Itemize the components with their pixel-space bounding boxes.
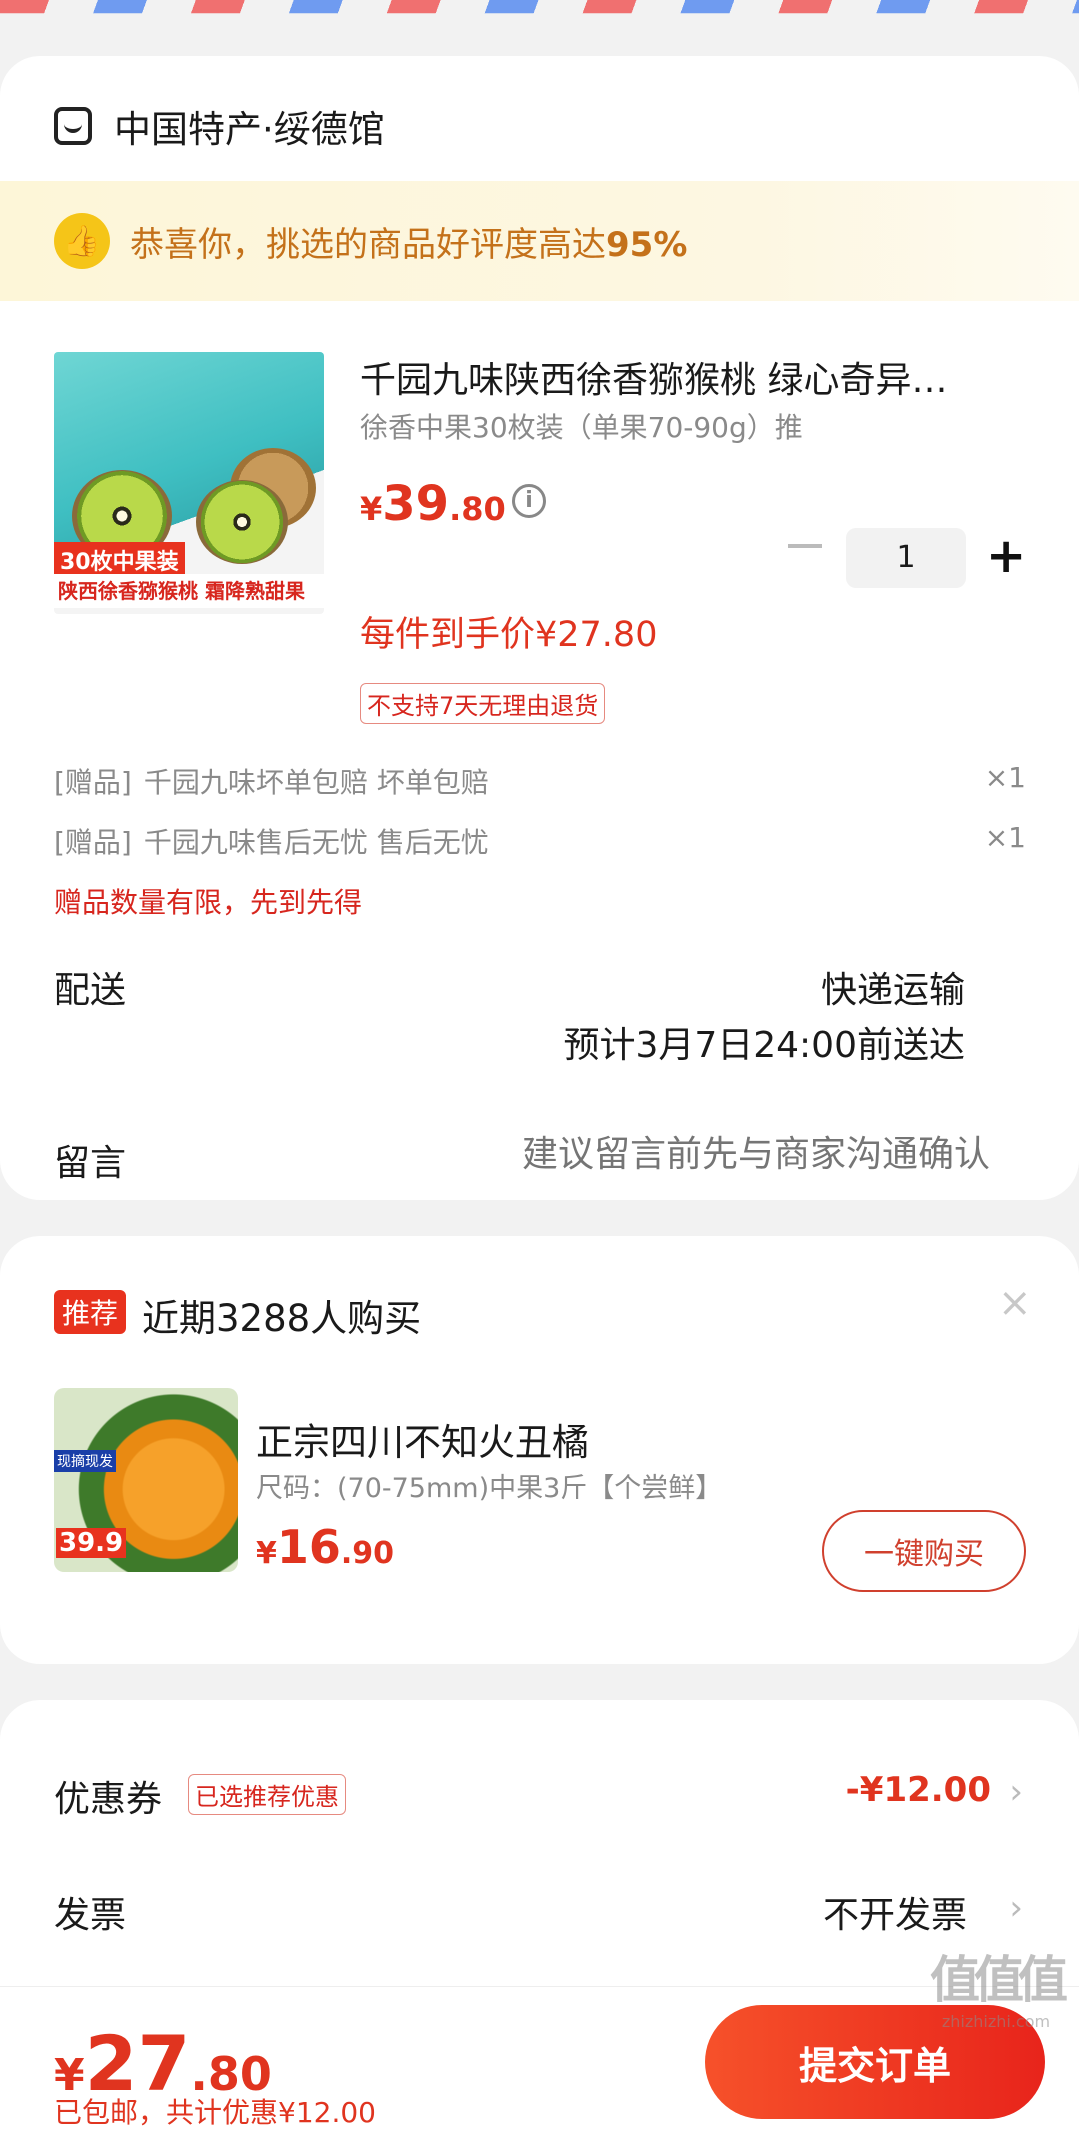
coupon-selected-tag: 已选推荐优惠 — [188, 1774, 346, 1815]
invoice-value[interactable]: 不开发票 — [823, 1886, 967, 1938]
product-image[interactable]: 30枚中果装 陕西徐香猕猴桃 霜降熟甜果 — [54, 352, 324, 614]
recommend-product-name[interactable]: 正宗四川不知火丑橘 — [256, 1412, 589, 1466]
praise-banner: 👍 恭喜你，挑选的商品好评度高达95% — [0, 181, 1079, 301]
total-subtext: 已包邮，共计优惠¥12.00 — [54, 2096, 376, 2129]
recommend-tag: 推荐 — [54, 1290, 127, 1334]
price-info-icon[interactable]: i — [512, 484, 546, 518]
product-price: ¥39.80 — [360, 476, 506, 532]
shop-icon — [54, 107, 92, 145]
coupon-value[interactable]: -¥12.00 — [846, 1770, 991, 1810]
recommend-image-badge: 现摘现发 — [54, 1450, 116, 1472]
quantity-increase-button[interactable]: + — [986, 528, 1026, 588]
invoice-label: 发票 — [54, 1895, 127, 1936]
remark-input[interactable] — [300, 1134, 990, 1175]
product-title[interactable]: 千园九味陕西徐香猕猴桃 绿心奇异… — [360, 351, 1000, 403]
product-image-badge: 30枚中果装 — [54, 542, 185, 578]
chevron-right-icon[interactable]: › — [1009, 1888, 1023, 1928]
shop-header[interactable]: 中国特产·绥德馆 — [54, 96, 385, 156]
gift-item: [赠品] 千园九味坏单包赔 坏单包赔 ×1 — [54, 761, 1026, 799]
quantity-value[interactable]: 1 — [846, 528, 966, 588]
thumbs-up-icon: 👍 — [54, 213, 110, 269]
product-image-caption: 陕西徐香猕猴桃 霜降熟甜果 — [54, 574, 324, 608]
return-policy-badge: 不支持7天无理由退货 — [360, 683, 606, 724]
coupon-label: 优惠券 — [54, 1779, 163, 1820]
delivery-method[interactable]: 快递运输 — [821, 961, 965, 1013]
remark-label: 留言 — [54, 1143, 127, 1184]
order-item-card: 中国特产·绥德馆 👍 恭喜你，挑选的商品好评度高达95% 30枚中果装 陕西徐香… — [0, 56, 1079, 1200]
recommend-image-price: 39.9 — [56, 1528, 127, 1558]
praise-text: 恭喜你，挑选的商品好评度高达95% — [130, 224, 688, 265]
gift-item: [赠品] 千园九味售后无忧 售后无忧 ×1 — [54, 821, 1026, 859]
kiwi-half-decoration — [196, 480, 288, 564]
delivery-label: 配送 — [54, 970, 127, 1011]
gift-note: 赠品数量有限，先到先得 — [54, 886, 363, 919]
recommend-title: 近期3288人购买 — [142, 1297, 422, 1340]
recommend-product-image[interactable]: 现摘现发 39.9 — [54, 1388, 238, 1572]
delivery-eta: 预计3月7日24:00前送达 — [563, 1025, 965, 1066]
one-click-buy-button[interactable]: 一键购买 — [822, 1510, 1026, 1592]
checkout-bar: ¥27.80 已包邮，共计优惠¥12.00 提交订单 — [0, 1986, 1079, 2137]
site-watermark: 值值值 zhizhizhi.com — [930, 1951, 1068, 2031]
quantity-decrease-button[interactable] — [788, 544, 822, 548]
envelope-stripe-decoration — [0, 0, 1079, 14]
recommend-product-spec: 尺码：(70-75mm)中果3斤【个尝鲜】 — [256, 1473, 723, 1504]
chevron-right-icon[interactable]: › — [1009, 1772, 1023, 1812]
close-icon[interactable]: × — [998, 1280, 1032, 1326]
unit-price: 每件到手价¥27.80 — [360, 615, 658, 655]
recommend-product-price: ¥16.90 — [256, 1520, 395, 1574]
recommend-card: 推荐 近期3288人购买 × 现摘现发 39.9 正宗四川不知火丑橘 尺码：(7… — [0, 1236, 1079, 1664]
product-spec[interactable]: 徐香中果30枚装（单果70-90g）推 — [360, 406, 803, 446]
praise-percent: 95% — [606, 224, 688, 265]
shop-name: 中国特产·绥德馆 — [114, 108, 385, 151]
